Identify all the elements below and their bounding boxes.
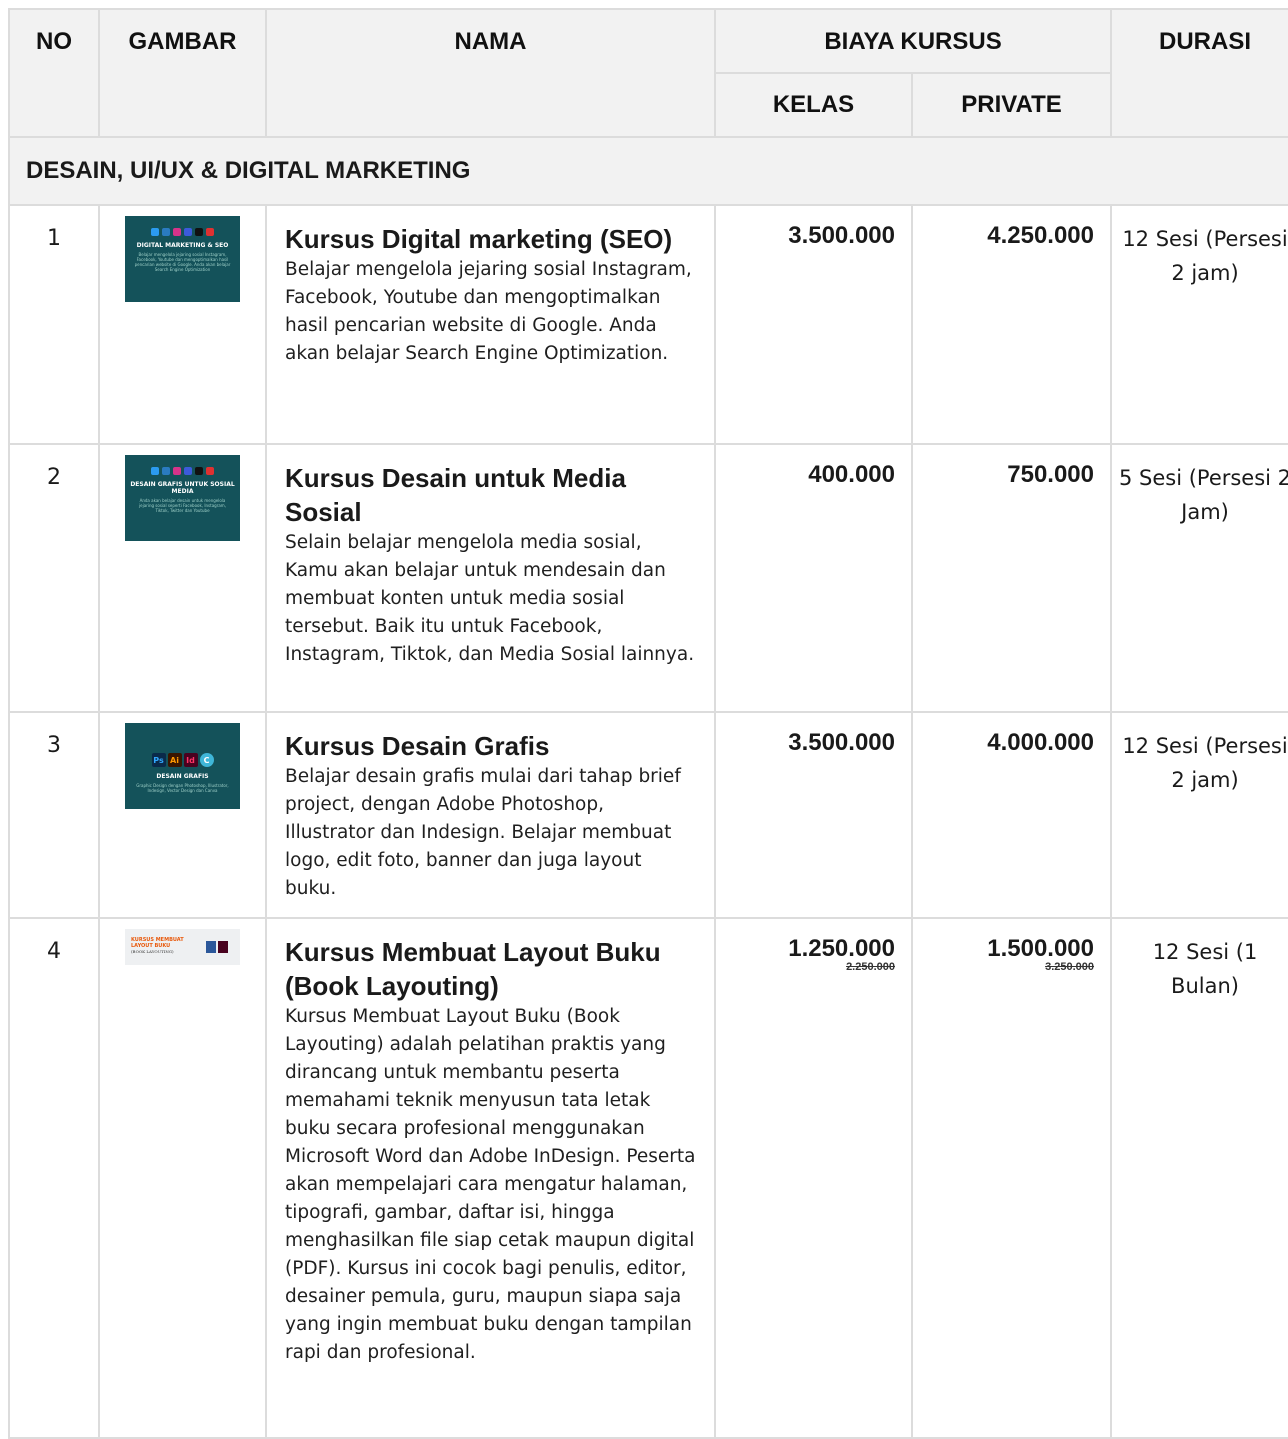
- price-kelas: 3.500.000: [714, 711, 913, 919]
- course-title: Kursus Desain Grafis: [285, 731, 550, 761]
- row-number: 3: [8, 711, 100, 919]
- course-thumbnail[interactable]: DIGITAL MARKETING & SEO Belajar mengelol…: [125, 216, 240, 302]
- header-biaya: BIAYA KURSUS: [713, 8, 1113, 74]
- course-info: Kursus Desain Grafis Belajar desain graf…: [265, 711, 716, 919]
- thumbnail-subtitle: Anda akan belajar desain untuk mengelola…: [139, 498, 226, 513]
- table-row: 2 DESAIN GRAFIS UNTUK SOSIAL MEDIA Anda …: [8, 443, 1288, 713]
- course-price-table: NO GAMBAR NAMA BIAYA KURSUS DURASI KELAS…: [7, 8, 1288, 1439]
- price-kelas-cell: 1.250.000 2.250.000: [714, 917, 913, 1439]
- header-durasi: DURASI: [1110, 8, 1288, 138]
- price-kelas: 400.000: [714, 443, 913, 713]
- youtube-icon: [206, 228, 214, 236]
- course-image-cell: DESAIN GRAFIS UNTUK SOSIAL MEDIA Anda ak…: [98, 443, 267, 713]
- price-private-cell: 1.500.000 3.250.000: [910, 917, 1113, 1439]
- table-row: 1 DIGITAL MARKETING & SEO Belajar mengel…: [8, 204, 1288, 445]
- instagram-icon: [173, 467, 181, 475]
- price-kelas: 1.250.000: [788, 935, 895, 962]
- header-no: NO: [8, 8, 100, 138]
- course-description: Selain belajar mengelola media sosial, K…: [285, 532, 695, 665]
- thumbnail-title: DESAIN GRAFIS: [156, 773, 209, 780]
- course-description: Belajar mengelola jejaring sosial Instag…: [285, 259, 692, 364]
- row-number: 2: [8, 443, 100, 713]
- instagram-icon: [173, 228, 181, 236]
- course-image-cell: KURSUS MEMBUAT LAYOUT BUKU (BOOK LAYOUTI…: [98, 917, 267, 1439]
- course-info: Kursus Digital marketing (SEO) Belajar m…: [265, 204, 716, 445]
- course-image-cell: Ps Ai Id C DESAIN GRAFIS Graphic Design …: [98, 711, 267, 919]
- table-row: 3 Ps Ai Id C DESAIN GRAFIS Graphic Desig…: [8, 711, 1288, 919]
- indesign-icon: [218, 941, 228, 953]
- duration: 12 Sesi (1 Bulan): [1110, 917, 1288, 1439]
- word-icon: [206, 941, 216, 953]
- tiktok-icon: [195, 467, 203, 475]
- course-thumbnail[interactable]: Ps Ai Id C DESAIN GRAFIS Graphic Design …: [125, 723, 240, 809]
- row-number: 4: [8, 917, 100, 1439]
- header-kelas: KELAS: [714, 72, 913, 138]
- illustrator-icon: Ai: [167, 753, 182, 767]
- header-gambar: GAMBAR: [98, 8, 267, 138]
- thumbnail-title: DIGITAL MARKETING & SEO: [136, 242, 229, 249]
- duration: 5 Sesi (Persesi 2 Jam): [1110, 443, 1288, 713]
- linkedin-icon: [162, 228, 170, 236]
- thumbnail-subtitle: (BOOK LAYOUTING): [131, 949, 174, 954]
- course-info: Kursus Membuat Layout Buku (Book Layouti…: [265, 917, 716, 1439]
- thumbnail-subtitle: Belajar mengelola jejaring sosial Instag…: [134, 252, 231, 272]
- course-title: Kursus Desain untuk Media Sosial: [285, 463, 626, 527]
- course-thumbnail[interactable]: DESAIN GRAFIS UNTUK SOSIAL MEDIA Anda ak…: [125, 455, 240, 541]
- software-icons: Ps Ai Id C: [125, 723, 240, 767]
- twitter-icon: [151, 228, 159, 236]
- duration: 12 Sesi (Persesi 2 jam): [1110, 711, 1288, 919]
- youtube-icon: [206, 467, 214, 475]
- social-icons: [125, 455, 240, 475]
- thumbnail-subtitle: Graphic Design dengan Photoshop, Illustr…: [136, 783, 229, 793]
- row-number: 1: [8, 204, 100, 445]
- price-private: 750.000: [910, 443, 1113, 713]
- linkedin-icon: [162, 467, 170, 475]
- canva-icon: C: [199, 753, 214, 767]
- course-image-cell: DIGITAL MARKETING & SEO Belajar mengelol…: [98, 204, 267, 445]
- thumbnail-title: DESAIN GRAFIS UNTUK SOSIAL MEDIA: [130, 481, 235, 495]
- photoshop-icon: Ps: [151, 753, 166, 767]
- header-nama: NAMA: [265, 8, 716, 138]
- facebook-icon: [184, 467, 192, 475]
- course-title: Kursus Membuat Layout Buku (Book Layouti…: [285, 937, 661, 1001]
- thumbnail-title: KURSUS MEMBUAT LAYOUT BUKU: [131, 937, 184, 949]
- course-thumbnail[interactable]: KURSUS MEMBUAT LAYOUT BUKU (BOOK LAYOUTI…: [125, 929, 240, 965]
- course-description: Belajar desain grafis mulai dari tahap b…: [285, 766, 681, 899]
- price-private: 4.000.000: [910, 711, 1113, 919]
- twitter-icon: [151, 467, 159, 475]
- duration: 12 Sesi (Persesi 2 jam): [1110, 204, 1288, 445]
- facebook-icon: [184, 228, 192, 236]
- social-icons: [125, 216, 240, 236]
- course-description: Kursus Membuat Layout Buku (Book Layouti…: [285, 1006, 696, 1363]
- indesign-icon: Id: [183, 753, 198, 767]
- course-title: Kursus Digital marketing (SEO): [285, 224, 673, 254]
- table-row: 4 KURSUS MEMBUAT LAYOUT BUKU (BOOK LAYOU…: [8, 917, 1288, 1439]
- price-private: 1.500.000: [987, 935, 1095, 962]
- course-info: Kursus Desain untuk Media Sosial Selain …: [265, 443, 716, 713]
- section-title: DESAIN, UI/UX & DIGITAL MARKETING: [7, 136, 1288, 206]
- tiktok-icon: [195, 228, 203, 236]
- price-kelas: 3.500.000: [714, 204, 913, 445]
- price-private: 4.250.000: [910, 204, 1113, 445]
- header-private: PRIVATE: [910, 72, 1113, 138]
